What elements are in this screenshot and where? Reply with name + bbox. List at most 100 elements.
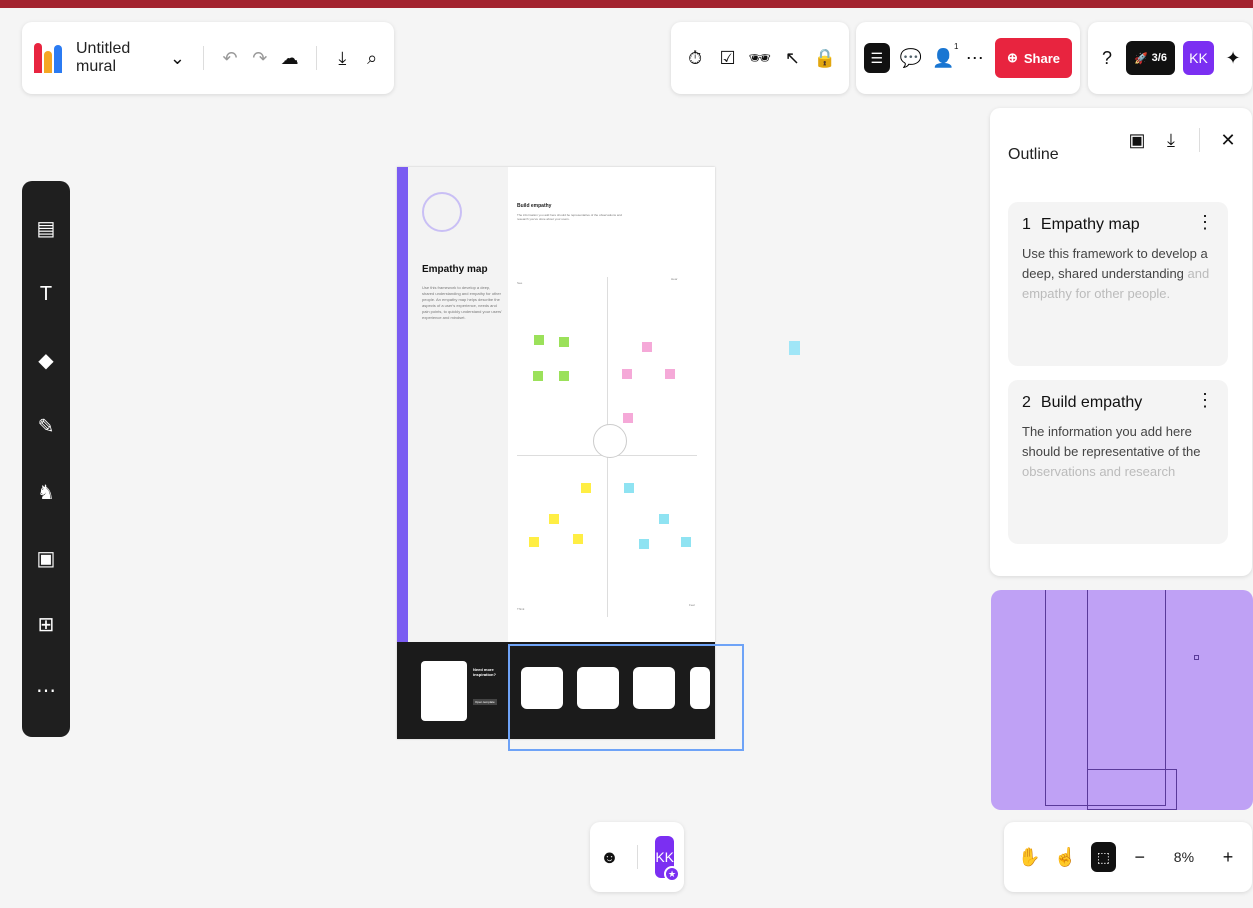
sticky-note[interactable] [665,369,675,379]
step-title: Build empathy [517,203,552,209]
collaborators-count: 1 [954,42,959,51]
shapes-icon[interactable]: ◆ [34,348,58,372]
mural-header: Untitled mural ⌄ ↶ ↷ ☁ ⤓ ⌕ [22,22,394,94]
section-think: Think [517,607,525,611]
board-left-column [408,167,508,642]
comments-icon[interactable]: 💬 [900,46,922,70]
ai-sparkle-icon[interactable]: ✦ [1222,46,1244,70]
hand-tool-icon[interactable]: ✋ [1018,845,1040,869]
section-hear: Hear [671,277,678,281]
zoom-out-icon[interactable]: − [1130,845,1150,869]
touch-icon[interactable]: ☝ [1054,845,1076,869]
sticky-note[interactable] [534,335,544,345]
outline-item-description: The information you add here should be r… [1022,422,1214,482]
export-icon[interactable]: ⤓ [332,46,352,70]
sticky-note[interactable] [559,337,569,347]
sticky-note[interactable] [533,371,543,381]
empathy-icon [422,192,462,232]
image-icon[interactable]: ▣ [34,546,58,570]
share-button[interactable]: ⊕ Share [994,38,1072,78]
divider [1199,128,1200,152]
sticky-note-icon[interactable]: ▤ [34,216,58,240]
section-see: See [517,281,523,285]
pen-icon[interactable]: ✎ [34,414,58,438]
sticky-note[interactable] [573,534,583,544]
timer-icon[interactable]: ⏱ [683,46,707,70]
zoom-controls: ✋ ☝ ⬚ − 8% + [1004,822,1252,892]
collaboration-tools: ☰ 💬 👤 1 ⋯ ⊕ Share [856,22,1080,94]
download-icon[interactable]: ⤓ [1159,128,1183,152]
sticky-note[interactable] [622,369,632,379]
chevron-down-icon[interactable]: ⌄ [167,46,187,70]
summon-icon[interactable]: ↖ [780,46,804,70]
outline-item-text-faded: observations and research [1022,464,1176,479]
templates-llama-icon[interactable]: ♞ [34,480,58,504]
more-tools-icon[interactable]: ⋯ [34,678,58,702]
mural-title[interactable]: Untitled mural [76,40,157,76]
help-icon[interactable]: ? [1096,46,1118,70]
voting-icon[interactable]: ☑ [716,46,740,70]
divider [315,46,317,70]
zoom-in-icon[interactable]: + [1218,845,1238,869]
sticky-note[interactable] [789,341,800,355]
section-feel: Feel [689,603,695,607]
sticky-note[interactable] [623,413,633,423]
outline-item-title: 1 Empathy map [1022,216,1214,234]
lock-icon[interactable]: 🔒 [813,46,837,70]
kebab-menu-icon[interactable]: ⋮ [1196,213,1214,231]
outline-item[interactable]: 2 Build empathy The information you add … [1008,380,1228,544]
center-circle [593,424,627,458]
search-icon[interactable]: ⌕ [362,46,382,70]
star-icon: ★ [664,866,680,882]
sticky-note[interactable] [559,371,569,381]
emoji-icon[interactable]: ☻ [600,845,619,869]
cloud-saved-icon[interactable]: ☁ [280,46,300,70]
facilitator-avatar[interactable]: KK ★ [655,836,680,882]
kebab-menu-icon[interactable]: ⋮ [1196,391,1214,409]
more-icon[interactable]: ⋯ [964,46,985,70]
outline-item-number: 1 [1022,216,1031,233]
sticky-note[interactable] [549,514,559,524]
zoom-level[interactable]: 8% [1174,849,1194,865]
outline-item-title: 2 Build empathy [1022,394,1214,412]
minimap-marker [1194,655,1199,660]
select-tool-icon[interactable]: ⬚ [1090,842,1116,872]
selection-frame[interactable] [508,644,744,751]
user-avatar[interactable]: KK [1182,41,1215,75]
sticky-note[interactable] [624,483,634,493]
sticky-note[interactable] [639,539,649,549]
promo-thumbnail [421,661,467,721]
outline-icon[interactable]: ☰ [864,43,890,73]
present-icon[interactable]: ▣ [1125,128,1149,152]
sticky-note[interactable] [681,537,691,547]
sticky-note[interactable] [581,483,591,493]
outline-header-actions: ▣ ⤓ ✕ [1125,128,1240,152]
mural-logo[interactable] [34,43,62,73]
apps-icon[interactable]: ⊞ [34,612,58,636]
outline-item[interactable]: 1 Empathy map Use this framework to deve… [1008,202,1228,366]
rocket-icon: 🚀 [1133,52,1148,65]
minimap-viewport[interactable] [1087,769,1177,810]
redo-icon[interactable]: ↷ [250,46,270,70]
collaborators-icon[interactable]: 👤 1 [932,42,958,70]
promo-button[interactable]: Open template [473,699,497,705]
minimap-line [1045,590,1046,806]
outline-item-description: Use this framework to develop a deep, sh… [1022,244,1214,304]
facilitation-tools: ⏱ ☑ 🕶 ↖ 🔒 [671,22,849,94]
undo-icon[interactable]: ↶ [220,46,240,70]
sticky-note[interactable] [659,514,669,524]
divider [203,46,205,70]
user-tools: ? 🚀 3/6 KK ✦ [1088,22,1252,94]
onboarding-progress-button[interactable]: 🚀 3/6 [1125,41,1175,75]
close-icon[interactable]: ✕ [1216,128,1240,152]
outline-title: Outline [1008,146,1059,163]
text-icon[interactable]: T [34,282,58,306]
sticky-note[interactable] [642,342,652,352]
minimap[interactable] [991,590,1253,810]
sticky-note[interactable] [529,537,539,547]
left-toolbar: ▤ T ◆ ✎ ♞ ▣ ⊞ ⋯ [22,181,70,737]
outline-item-label: Build empathy [1040,394,1143,411]
private-mode-icon[interactable]: 🕶 [748,46,772,70]
add-person-icon: ⊕ [1006,50,1018,65]
outline-panel: Outline ▣ ⤓ ✕ 1 Empathy map Use this fra… [990,108,1252,576]
